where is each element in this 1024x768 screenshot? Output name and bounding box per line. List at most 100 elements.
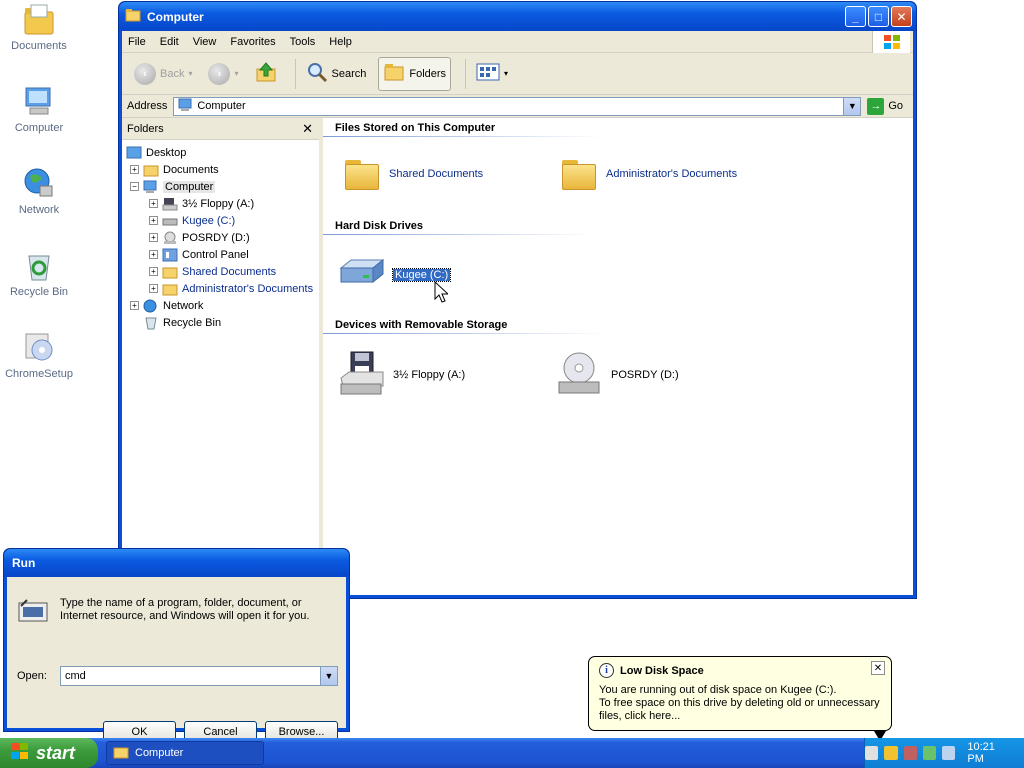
tree-item-computer[interactable]: − Computer [122, 178, 319, 195]
start-button[interactable]: start [0, 738, 98, 768]
low-disk-warning-icon[interactable] [865, 746, 879, 760]
menu-bar: File Edit View Favorites Tools Help [122, 31, 913, 53]
desktop-icon-label: Computer [14, 122, 64, 134]
close-pane-icon[interactable]: ✕ [302, 121, 313, 137]
tree-item-kugee-c[interactable]: + Kugee (C:) [122, 212, 319, 229]
forward-arrow-icon: › [208, 62, 231, 85]
system-tray: 10:21 PM [864, 738, 1024, 768]
tree-item-floppy[interactable]: + 3½ Floppy (A:) [122, 195, 319, 212]
search-button[interactable]: Search [302, 57, 371, 91]
address-input[interactable]: Computer ▼ [173, 96, 862, 116]
folder-tree: Desktop + Documents − Computer + 3½ Flop… [122, 140, 319, 331]
hard-drive-icon [162, 214, 178, 228]
hard-drive-icon [339, 258, 385, 291]
low-disk-space-balloon[interactable]: i Low Disk Space You are running out of … [588, 656, 892, 741]
balloon-title: Low Disk Space [620, 664, 704, 677]
tree-item-control-panel[interactable]: + Control Panel [122, 246, 319, 263]
desktop-icon-chromesetup[interactable]: ChromeSetup [0, 330, 78, 380]
expand-icon[interactable]: + [149, 233, 158, 242]
group-title-disks: Hard Disk Drives [335, 220, 424, 232]
taskbar-item-computer[interactable]: Computer [106, 741, 264, 765]
search-icon [306, 61, 328, 86]
run-program-icon [17, 597, 49, 628]
item-administrators-documents[interactable]: Administrator's Documents [560, 158, 737, 190]
views-button[interactable]: ▾ [472, 57, 512, 91]
folder-icon [162, 265, 178, 279]
address-dropdown-icon[interactable]: ▼ [843, 97, 861, 115]
back-button[interactable]: ‹ Back ▾ [130, 57, 196, 91]
cable-icon[interactable] [942, 746, 956, 760]
security-shield-icon[interactable] [884, 746, 898, 760]
desktop-icon-network[interactable]: Network [0, 166, 78, 216]
run-titlebar[interactable]: Run [4, 549, 349, 577]
open-value: cmd [65, 670, 86, 682]
desktop-icon-label: Network [18, 204, 60, 216]
cd-drive-icon [557, 350, 603, 399]
close-button[interactable]: ✕ [891, 6, 912, 27]
expand-icon[interactable]: + [149, 199, 158, 208]
group-divider [323, 136, 603, 137]
folder-icon [162, 282, 178, 296]
expand-icon[interactable]: + [130, 165, 139, 174]
tree-item-recycle-bin[interactable]: Recycle Bin [122, 314, 319, 331]
expand-icon[interactable]: + [149, 284, 158, 293]
tree-item-network[interactable]: + Network [122, 297, 319, 314]
mouse-cursor-icon [434, 280, 450, 306]
control-panel-icon [162, 248, 178, 262]
window-titlebar[interactable]: Computer _ □ ✕ [119, 2, 916, 31]
desktop-icon-recycle-bin[interactable]: Recycle Bin [0, 248, 78, 298]
explorer-window: Computer _ □ ✕ File Edit View Favorites … [118, 1, 917, 599]
menu-tools[interactable]: Tools [290, 36, 316, 48]
menu-favorites[interactable]: Favorites [230, 36, 275, 48]
item-posrdy-d[interactable]: POSRDY (D:) [557, 350, 679, 399]
tree-item-shared-documents[interactable]: + Shared Documents [122, 263, 319, 280]
usb-device-icon[interactable] [903, 746, 917, 760]
window-title: Computer [147, 9, 204, 24]
collapse-icon[interactable]: − [130, 182, 139, 191]
folder-icon [125, 8, 141, 25]
expand-icon[interactable]: + [149, 250, 158, 259]
folders-pane-title: Folders [127, 122, 164, 135]
chevron-down-icon: ▾ [188, 69, 193, 78]
window-content: Folders ✕ Desktop + Documents − Computer [122, 118, 913, 595]
clock[interactable]: 10:21 PM [967, 741, 1012, 765]
desktop-icon-label: Recycle Bin [9, 286, 69, 298]
group-title-removable: Devices with Removable Storage [335, 319, 508, 331]
expand-icon[interactable]: + [149, 267, 158, 276]
back-arrow-icon: ‹ [134, 62, 156, 85]
menu-help[interactable]: Help [329, 36, 352, 48]
open-input[interactable]: cmd ▼ [60, 666, 338, 686]
cd-drive-icon [162, 231, 178, 245]
folders-button[interactable]: Folders [378, 56, 452, 91]
go-button[interactable]: → Go [867, 97, 903, 115]
network-connection-icon[interactable] [922, 746, 937, 760]
expand-icon[interactable]: + [130, 301, 139, 310]
tree-item-administrators-documents[interactable]: + Administrator's Documents [122, 280, 319, 297]
menu-file[interactable]: File [128, 36, 146, 48]
up-folder-icon [255, 61, 277, 86]
folders-pane: Folders ✕ Desktop + Documents − Computer [122, 118, 323, 595]
desktop-icon-documents[interactable]: Documents [0, 2, 78, 52]
expand-icon[interactable]: + [149, 216, 158, 225]
up-folder-button[interactable] [251, 57, 281, 91]
minimize-button[interactable]: _ [845, 6, 866, 27]
item-floppy-a[interactable]: 3½ Floppy (A:) [339, 350, 465, 399]
folders-pane-header: Folders ✕ [122, 118, 319, 140]
open-dropdown-icon[interactable]: ▼ [320, 667, 337, 685]
folder-icon [113, 745, 129, 762]
menu-edit[interactable]: Edit [160, 36, 179, 48]
tree-item-documents[interactable]: + Documents [122, 161, 319, 178]
tree-item-desktop[interactable]: Desktop [122, 144, 319, 161]
forward-button[interactable]: › ▾ [204, 57, 242, 91]
menu-view[interactable]: View [193, 36, 217, 48]
run-title: Run [12, 556, 36, 570]
chevron-down-icon: ▾ [504, 69, 509, 78]
maximize-button[interactable]: □ [868, 6, 889, 27]
installer-disc-icon [22, 330, 56, 364]
item-shared-documents[interactable]: Shared Documents [343, 158, 483, 190]
tree-item-posrdy-d[interactable]: + POSRDY (D:) [122, 229, 319, 246]
balloon-line1: You are running out of disk space on Kug… [599, 684, 837, 696]
computer-icon [143, 180, 159, 194]
desktop-icon-computer[interactable]: Computer [0, 84, 78, 134]
balloon-close-icon[interactable]: ✕ [871, 661, 885, 675]
